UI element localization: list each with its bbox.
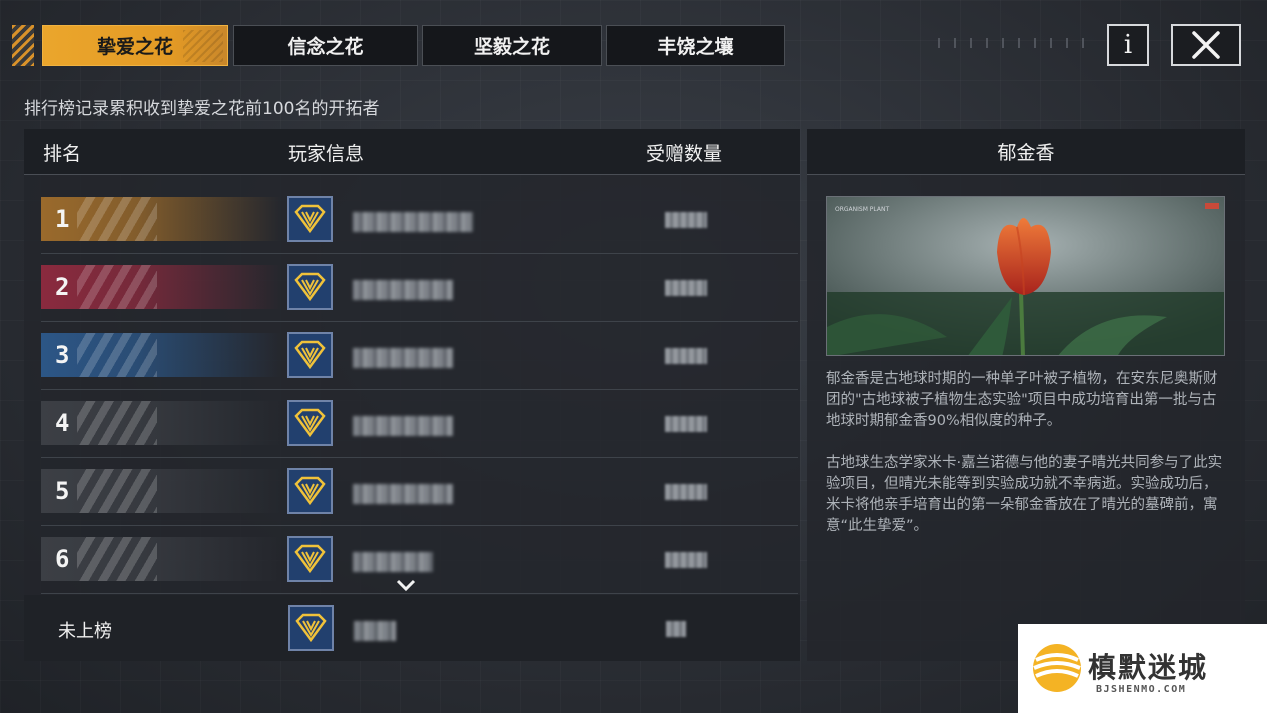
info-button[interactable]: i — [1107, 24, 1149, 66]
tab-label: 坚毅之花 — [473, 36, 550, 58]
tab-label: 丰饶之壤 — [657, 36, 734, 58]
info-icon: i — [1123, 30, 1133, 60]
gift-count-blurred — [665, 416, 707, 432]
tab-faith-flower[interactable]: 信念之花 — [233, 25, 418, 66]
rank-badge: 2 — [41, 265, 281, 309]
avatar[interactable] — [287, 196, 333, 242]
tab-bar-decoration — [12, 25, 34, 66]
unranked-label: 未上榜 — [58, 621, 112, 642]
avatar[interactable] — [287, 264, 333, 310]
player-name-blurred — [354, 621, 396, 641]
gift-count-blurred — [665, 552, 707, 568]
player-name-blurred — [353, 552, 433, 572]
diamond-emblem-icon — [294, 544, 326, 574]
site-logo-icon — [1033, 644, 1081, 692]
badge-stripes — [77, 265, 157, 309]
flower-name: 郁金香 — [807, 129, 1245, 175]
table-row[interactable]: 3 — [41, 322, 798, 390]
player-name-blurred — [353, 212, 473, 232]
player-name-blurred — [353, 348, 453, 368]
diamond-emblem-icon — [294, 204, 326, 234]
rank-number: 5 — [55, 477, 70, 505]
gift-count-blurred — [665, 212, 707, 228]
tab-resolve-flower[interactable]: 坚毅之花 — [422, 25, 602, 66]
svg-text:ORGANISM PLANT: ORGANISM PLANT — [835, 206, 889, 213]
table-row[interactable]: 5 — [41, 458, 798, 526]
table-row[interactable]: 6 — [41, 526, 798, 594]
badge-stripes — [77, 401, 157, 445]
player-name-blurred — [353, 280, 453, 300]
rank-badge: 6 — [41, 537, 281, 581]
rank-badge: 3 — [41, 333, 281, 377]
badge-stripes — [77, 197, 157, 241]
watermark-url: BJSHENMO.COM — [1096, 684, 1187, 695]
rank-badge: 4 — [41, 401, 281, 445]
badge-stripes — [77, 469, 157, 513]
table-row[interactable]: 2 — [41, 254, 798, 322]
flower-description-2: 古地球生态学家米卡·嘉兰诺德与他的妻子晴光共同参与了此实验项目，但晴光未能等到实… — [826, 455, 1223, 534]
leaderboard-subtitle: 排行榜记录累积收到挚爱之花前100名的开拓者 — [24, 99, 380, 119]
decorative-ticks — [938, 38, 1088, 48]
rank-badge: 5 — [41, 469, 281, 513]
site-watermark: 槙默迷城 BJSHENMO.COM — [1018, 624, 1267, 713]
watermark-title: 槙默迷城 — [1088, 651, 1209, 684]
avatar[interactable] — [287, 332, 333, 378]
my-rank-row: 未上榜 — [24, 595, 800, 661]
diamond-emblem-icon — [294, 476, 326, 506]
gift-count-blurred — [665, 348, 707, 364]
rank-number: 3 — [55, 341, 70, 369]
badge-stripes — [77, 537, 157, 581]
badge-stripes — [77, 333, 157, 377]
gift-count-blurred — [666, 621, 686, 637]
avatar[interactable] — [287, 400, 333, 446]
tulip-image: ORGANISM PLANT — [826, 196, 1225, 356]
diamond-emblem-icon — [295, 613, 327, 643]
rank-number: 2 — [55, 273, 70, 301]
table-row[interactable]: 4 — [41, 390, 798, 458]
rank-badge: 1 — [41, 197, 281, 241]
diamond-emblem-icon — [294, 408, 326, 438]
rank-number: 4 — [55, 409, 70, 437]
diamond-emblem-icon — [294, 272, 326, 302]
avatar[interactable] — [287, 468, 333, 514]
gift-count-blurred — [665, 484, 707, 500]
tab-beloved-flower[interactable]: 挚爱之花 — [42, 25, 228, 66]
header-player: 玩家信息 — [288, 143, 365, 165]
header-count: 受赠数量 — [646, 143, 723, 165]
rank-number: 1 — [55, 205, 70, 233]
flower-detail-panel: 郁金香 ORGANISM PLANT 郁金香是古地球时期的一种单子叶被子植物，在… — [807, 129, 1245, 661]
rank-number: 6 — [55, 545, 70, 573]
table-row[interactable]: 1 — [41, 186, 798, 254]
ranking-panel: 排名 玩家信息 受赠数量 1 2 3 4 5 6 未上榜 — [24, 129, 800, 661]
player-name-blurred — [353, 484, 453, 504]
avatar[interactable] — [287, 536, 333, 582]
avatar[interactable] — [288, 605, 334, 651]
player-name-blurred — [353, 416, 453, 436]
tab-label: 挚爱之花 — [96, 36, 173, 58]
ranking-header: 排名 玩家信息 受赠数量 — [24, 129, 800, 175]
diamond-emblem-icon — [294, 340, 326, 370]
close-icon — [1192, 31, 1220, 59]
close-button[interactable] — [1171, 24, 1241, 66]
tab-label: 信念之花 — [287, 36, 364, 58]
flower-description-1: 郁金香是古地球时期的一种单子叶被子植物，在安东尼奥斯财团的"古地球被子植物生态实… — [826, 371, 1218, 429]
chevron-down-icon[interactable] — [395, 576, 417, 597]
header-rank: 排名 — [43, 143, 82, 165]
gift-count-blurred — [665, 280, 707, 296]
tab-fertile-soil[interactable]: 丰饶之壤 — [606, 25, 785, 66]
